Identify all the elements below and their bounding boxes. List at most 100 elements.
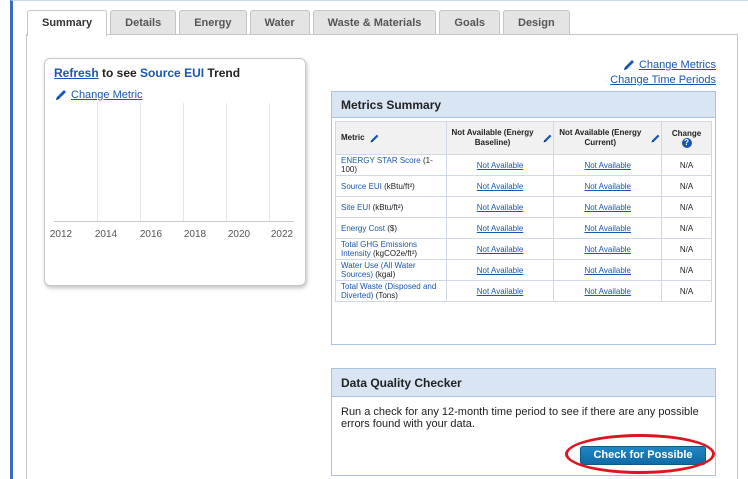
baseline-link[interactable]: Not Available — [477, 245, 524, 254]
table-header-row: Metric Not Available (Energy Baseline) N… — [335, 121, 712, 155]
current-cell: Not Available — [553, 259, 663, 281]
baseline-link[interactable]: Not Available — [477, 161, 524, 170]
metric-unit: (Tons) — [373, 291, 398, 300]
data-quality-title: Data Quality Checker — [332, 369, 715, 397]
summary-links: Change Metrics Change Time Periods — [606, 57, 716, 87]
x-tick-label: 2022 — [270, 229, 294, 240]
x-tick-label: 2014 — [94, 229, 118, 240]
column-header-label: Change — [671, 128, 702, 138]
current-link[interactable]: Not Available — [584, 182, 631, 191]
grid-line — [269, 103, 270, 221]
metrics-summary-panel: Metrics Summary Metric Not Available (En… — [331, 91, 716, 345]
column-header-label: Not Available (Energy Current) — [559, 128, 642, 147]
x-tick-label: 2016 — [139, 229, 163, 240]
tab-water[interactable]: Water — [249, 10, 310, 35]
change-cell: N/A — [661, 217, 712, 239]
column-header-current: Not Available (Energy Current) — [553, 121, 663, 155]
data-quality-panel: Data Quality Checker Run a check for any… — [331, 368, 716, 478]
x-axis-line — [54, 221, 294, 222]
metric-cell: Source EUI (kBtu/ft²) — [335, 175, 447, 197]
table-row: Source EUI (kBtu/ft²) Not Available Not … — [335, 175, 712, 197]
change-metric-link[interactable]: Change Metric — [71, 89, 143, 101]
tab-design[interactable]: Design — [503, 10, 570, 35]
tab-waste-materials[interactable]: Waste & Materials — [312, 10, 437, 35]
metric-cell: ENERGY STAR Score (1-100) — [335, 154, 447, 176]
metric-cell: Total Waste (Disposed and Diverted) (Ton… — [335, 280, 447, 302]
change-cell: N/A — [661, 175, 712, 197]
metric-cell: Total GHG Emissions Intensity (kgCO2e/ft… — [335, 238, 447, 260]
change-metric-control: Change Metric — [54, 88, 143, 102]
trend-title: Refresh to see Source EUI Trend — [54, 66, 240, 80]
trend-plot — [54, 103, 294, 227]
tab-goals[interactable]: Goals — [439, 10, 500, 35]
refresh-link[interactable]: Refresh — [54, 66, 99, 80]
pencil-icon[interactable] — [369, 133, 380, 144]
metrics-table: Metric Not Available (Energy Baseline) N… — [335, 121, 712, 302]
baseline-cell: Not Available — [445, 175, 555, 197]
change-metrics-link[interactable]: Change Metrics — [639, 59, 716, 71]
change-cell: N/A — [661, 259, 712, 281]
grid-line — [226, 103, 227, 221]
current-cell: Not Available — [553, 217, 663, 239]
metric-link[interactable]: Site EUI — [341, 203, 370, 212]
trend-title-to-see: to see — [98, 66, 141, 80]
current-link[interactable]: Not Available — [584, 161, 631, 170]
pencil-icon[interactable] — [606, 73, 608, 87]
table-row: Site EUI (kBtu/ft²) Not Available Not Av… — [335, 196, 712, 218]
tab-summary[interactable]: Summary — [27, 10, 108, 36]
baseline-link[interactable]: Not Available — [477, 287, 524, 296]
current-link[interactable]: Not Available — [584, 203, 631, 212]
current-link[interactable]: Not Available — [584, 245, 631, 254]
current-cell: Not Available — [553, 175, 663, 197]
column-header-change: Change ? — [661, 121, 712, 155]
current-link[interactable]: Not Available — [584, 266, 631, 275]
baseline-link[interactable]: Not Available — [477, 224, 524, 233]
metrics-summary-title: Metrics Summary — [332, 92, 715, 118]
metric-cell: Water Use (All Water Sources) (kgal) — [335, 259, 447, 281]
current-link[interactable]: Not Available — [584, 287, 631, 296]
change-cell: N/A — [661, 154, 712, 176]
current-cell: Not Available — [553, 154, 663, 176]
change-cell: N/A — [661, 196, 712, 218]
pencil-icon[interactable] — [542, 133, 553, 144]
baseline-cell: Not Available — [445, 259, 555, 281]
baseline-link[interactable]: Not Available — [477, 203, 524, 212]
tab-energy[interactable]: Energy — [179, 10, 247, 35]
baseline-cell: Not Available — [445, 154, 555, 176]
table-row: ENERGY STAR Score (1-100) Not Available … — [335, 154, 712, 176]
change-time-periods-link[interactable]: Change Time Periods — [610, 74, 716, 86]
change-time-periods-control: Change Time Periods — [606, 72, 716, 87]
tab-bar: Summary Details Energy Water Waste & Mat… — [27, 10, 573, 36]
metric-link[interactable]: Energy Cost — [341, 224, 385, 233]
x-tick-label: 2018 — [183, 229, 207, 240]
x-tick-label: 2020 — [227, 229, 251, 240]
grid-line — [97, 103, 98, 221]
column-header-label: Metric — [341, 133, 365, 142]
table-row: Water Use (All Water Sources) (kgal) Not… — [335, 259, 712, 281]
current-cell: Not Available — [553, 238, 663, 260]
metric-cell: Site EUI (kBtu/ft²) — [335, 196, 447, 218]
metric-link[interactable]: ENERGY STAR Score — [341, 156, 421, 165]
help-icon[interactable]: ? — [681, 137, 692, 148]
trend-title-trend: Trend — [204, 66, 241, 80]
pencil-icon[interactable] — [650, 133, 661, 144]
baseline-cell: Not Available — [445, 238, 555, 260]
table-row: Total GHG Emissions Intensity (kgCO2e/ft… — [335, 238, 712, 260]
baseline-cell: Not Available — [445, 196, 555, 218]
metric-unit: ($) — [385, 223, 398, 233]
metric-unit: (kgCO2e/ft²) — [370, 249, 418, 258]
column-header-label: Not Available (Energy Baseline) — [451, 128, 534, 147]
baseline-link[interactable]: Not Available — [477, 266, 524, 275]
metric-link[interactable]: Source EUI — [341, 182, 382, 191]
current-cell: Not Available — [553, 280, 663, 302]
data-quality-description: Run a check for any 12-month time period… — [341, 406, 699, 430]
current-link[interactable]: Not Available — [584, 224, 631, 233]
metric-unit: (kgal) — [373, 270, 396, 279]
metric-unit: (kBtu/ft²) — [381, 181, 415, 191]
check-errors-button[interactable]: Check for Possible Errors — [580, 446, 706, 478]
baseline-link[interactable]: Not Available — [477, 182, 524, 191]
pencil-icon[interactable] — [622, 58, 636, 72]
tab-details[interactable]: Details — [110, 10, 177, 35]
pencil-icon[interactable] — [54, 88, 68, 102]
x-tick-label: 2012 — [49, 229, 73, 240]
